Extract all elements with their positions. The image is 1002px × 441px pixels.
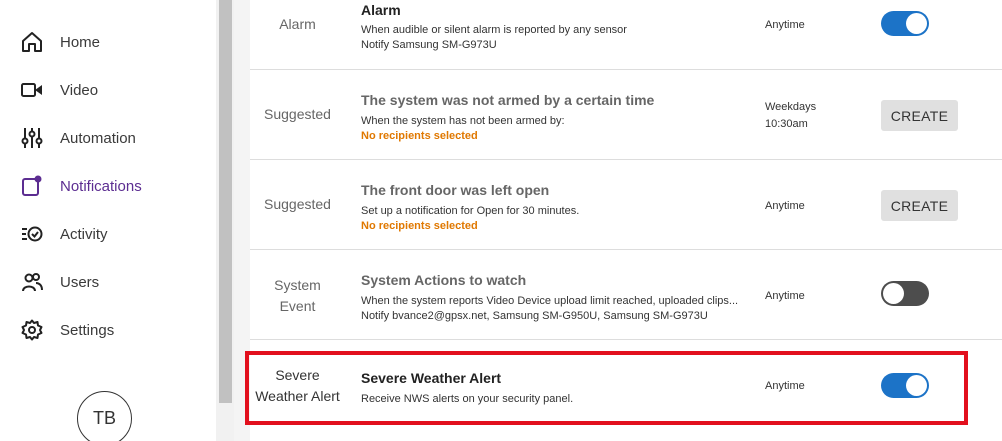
sidebar-item-label: Activity [60,225,108,243]
notification-content: Alarm When audible or silent alarm is re… [361,2,751,53]
notification-recipients: Notify bvance2@gpsx.net, Samsung SM-G950… [361,310,708,322]
avatar[interactable]: TB [77,391,132,441]
notification-row-system-event: System Event System Actions to watch Whe… [250,250,1002,340]
schedule-time: 10:30am [765,118,808,130]
notification-title: The front door was left open [361,182,550,198]
sidebar-item-label: Home [60,33,101,51]
notification-schedule: Anytime [765,19,805,31]
notification-schedule: Weekdays 10:30am [765,99,816,133]
sidebar: Home Video Automation Notifications Acti… [0,0,216,441]
sidebar-item-label: Settings [60,321,115,339]
type-line: Event [279,298,316,314]
notification-row-suggested-armed: Suggested The system was not armed by a … [250,70,1002,160]
video-icon [21,79,43,101]
notification-content: The system was not armed by a certain ti… [361,92,751,143]
create-button[interactable]: CREATE [881,100,958,131]
enable-toggle[interactable] [881,281,929,306]
sidebar-item-video[interactable]: Video [0,66,216,114]
notification-description: When the system has not been armed by: [361,115,565,127]
notification-type: System Event [250,275,345,317]
notification-action: CREATE [881,100,958,131]
highlight-box [245,351,968,425]
gear-icon [21,319,43,341]
sidebar-item-label: Notifications [60,177,142,195]
notification-action: CREATE [881,190,958,221]
notification-description: When audible or silent alarm is reported… [361,23,751,53]
sidebar-item-home[interactable]: Home [0,18,216,66]
toggle-knob [906,13,927,34]
no-recipients-warning: No recipients selected [361,220,478,232]
notification-recipients: Notify Samsung SM-G973U [361,39,497,51]
notification-row-suggested-door: Suggested The front door was left open S… [250,160,1002,250]
activity-icon [21,223,43,245]
notification-row-alarm: Alarm Alarm When audible or silent alarm… [250,0,1002,70]
users-icon [21,271,43,293]
enable-toggle[interactable] [881,11,929,36]
sidebar-item-label: Video [60,81,99,99]
sidebar-nav: Home Video Automation Notifications Acti… [0,18,216,354]
sidebar-item-notifications[interactable]: Notifications [0,162,216,210]
sidebar-item-label: Automation [60,129,136,147]
notification-description: Set up a notification for Open for 30 mi… [361,205,580,217]
notification-schedule: Anytime [765,200,805,212]
schedule-days: Weekdays [765,101,817,113]
sidebar-item-activity[interactable]: Activity [0,210,216,258]
sidebar-item-settings[interactable]: Settings [0,306,216,354]
toggle-knob [883,283,904,304]
home-icon [21,31,43,53]
app: Home Video Automation Notifications Acti… [0,0,1002,441]
notification-icon [21,175,43,197]
notification-action [881,281,929,306]
notification-title: System Actions to watch [361,272,527,288]
type-line: System [274,277,321,293]
no-recipients-warning: No recipients selected [361,130,478,142]
sidebar-item-automation[interactable]: Automation [0,114,216,162]
notification-title: Alarm [361,2,401,18]
notification-schedule: Anytime [765,290,805,302]
notification-title: The system was not armed by a certain ti… [361,92,655,108]
notification-description: When the system reports Video Device upl… [361,294,751,324]
notification-type: Suggested [264,196,331,212]
sidebar-item-label: Users [60,273,100,291]
notification-action [881,11,929,36]
notification-type: Alarm [279,16,316,32]
notification-type: Suggested [264,106,331,122]
sliders-icon [21,127,43,149]
notification-condition: When audible or silent alarm is reported… [361,24,627,36]
notification-condition: When the system reports Video Device upl… [361,295,739,307]
notification-content: The front door was left open Set up a no… [361,182,751,233]
create-button[interactable]: CREATE [881,190,958,221]
sidebar-scrollbar-thumb[interactable] [219,0,232,403]
notification-content: System Actions to watch When the system … [361,272,751,324]
sidebar-item-users[interactable]: Users [0,258,216,306]
